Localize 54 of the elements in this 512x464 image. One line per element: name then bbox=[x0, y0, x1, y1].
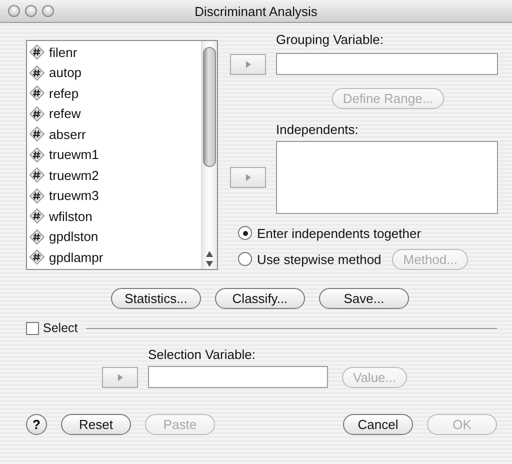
selection-variable-field[interactable] bbox=[148, 366, 328, 388]
numeric-variable-icon bbox=[29, 249, 45, 266]
numeric-variable-icon bbox=[29, 146, 45, 163]
radio-label: Enter independents together bbox=[257, 226, 422, 240]
dialog-button[interactable]: Reset bbox=[61, 414, 131, 435]
field-label: Grouping Variable: bbox=[276, 32, 384, 47]
variable-item[interactable]: abserr bbox=[27, 124, 201, 144]
variable-item[interactable]: gpdlston bbox=[27, 226, 201, 247]
radio-button[interactable] bbox=[238, 252, 252, 266]
variable-item[interactable]: autop bbox=[27, 62, 201, 83]
variable-item[interactable]: truewm1 bbox=[27, 144, 201, 165]
option-button[interactable]: Save... bbox=[319, 288, 409, 309]
variable-item[interactable]: gpdlampr bbox=[27, 247, 201, 268]
scroll-down-icon[interactable] bbox=[206, 261, 213, 267]
variable-item[interactable]: refep bbox=[27, 83, 201, 104]
numeric-variable-icon bbox=[29, 85, 45, 102]
scrollbar[interactable] bbox=[201, 41, 217, 269]
numeric-variable-icon bbox=[29, 208, 45, 224]
variable-item[interactable]: wfilston bbox=[27, 206, 201, 226]
variable-item[interactable]: truewm2 bbox=[27, 165, 201, 186]
move-button[interactable] bbox=[102, 366, 138, 388]
numeric-variable-icon bbox=[29, 44, 45, 60]
field-label: Selection Variable: bbox=[148, 347, 256, 362]
checkbox-label: Select bbox=[43, 321, 78, 335]
right-triangle-icon bbox=[118, 374, 122, 380]
radio-label: Use stepwise method bbox=[257, 252, 382, 266]
zoom-button[interactable] bbox=[42, 5, 54, 17]
scroll-up-icon[interactable] bbox=[206, 251, 213, 257]
dialog-button[interactable]: Cancel bbox=[343, 414, 413, 435]
minimize-button[interactable] bbox=[25, 5, 37, 17]
right-triangle-icon bbox=[246, 174, 250, 181]
variable-item[interactable]: filenr bbox=[27, 42, 201, 62]
numeric-variable-icon bbox=[29, 64, 45, 81]
variable-item[interactable]: truewm3 bbox=[27, 186, 201, 206]
numeric-variable-icon bbox=[29, 126, 45, 142]
option-button[interactable]: Classify... bbox=[215, 288, 305, 309]
independents-list[interactable] bbox=[276, 141, 498, 214]
numeric-variable-icon bbox=[29, 188, 45, 204]
checkbox[interactable] bbox=[26, 322, 39, 334]
right-triangle-icon bbox=[246, 60, 250, 68]
window-title: Discriminant Analysis bbox=[194, 4, 318, 18]
grouping-variable-field[interactable] bbox=[276, 53, 498, 75]
option-button[interactable]: Statistics... bbox=[111, 288, 201, 309]
numeric-variable-icon bbox=[29, 106, 45, 122]
move-button[interactable] bbox=[230, 167, 266, 188]
help-button[interactable]: ? bbox=[26, 414, 47, 435]
numeric-variable-icon bbox=[29, 167, 45, 184]
scroll-thumb[interactable] bbox=[203, 47, 216, 167]
field-label: Independents: bbox=[276, 122, 360, 137]
close-button[interactable] bbox=[8, 5, 20, 17]
numeric-variable-icon bbox=[29, 228, 45, 245]
move-button[interactable] bbox=[230, 54, 266, 74]
variable-item[interactable]: refew bbox=[27, 104, 201, 124]
radio-button[interactable] bbox=[238, 226, 252, 240]
